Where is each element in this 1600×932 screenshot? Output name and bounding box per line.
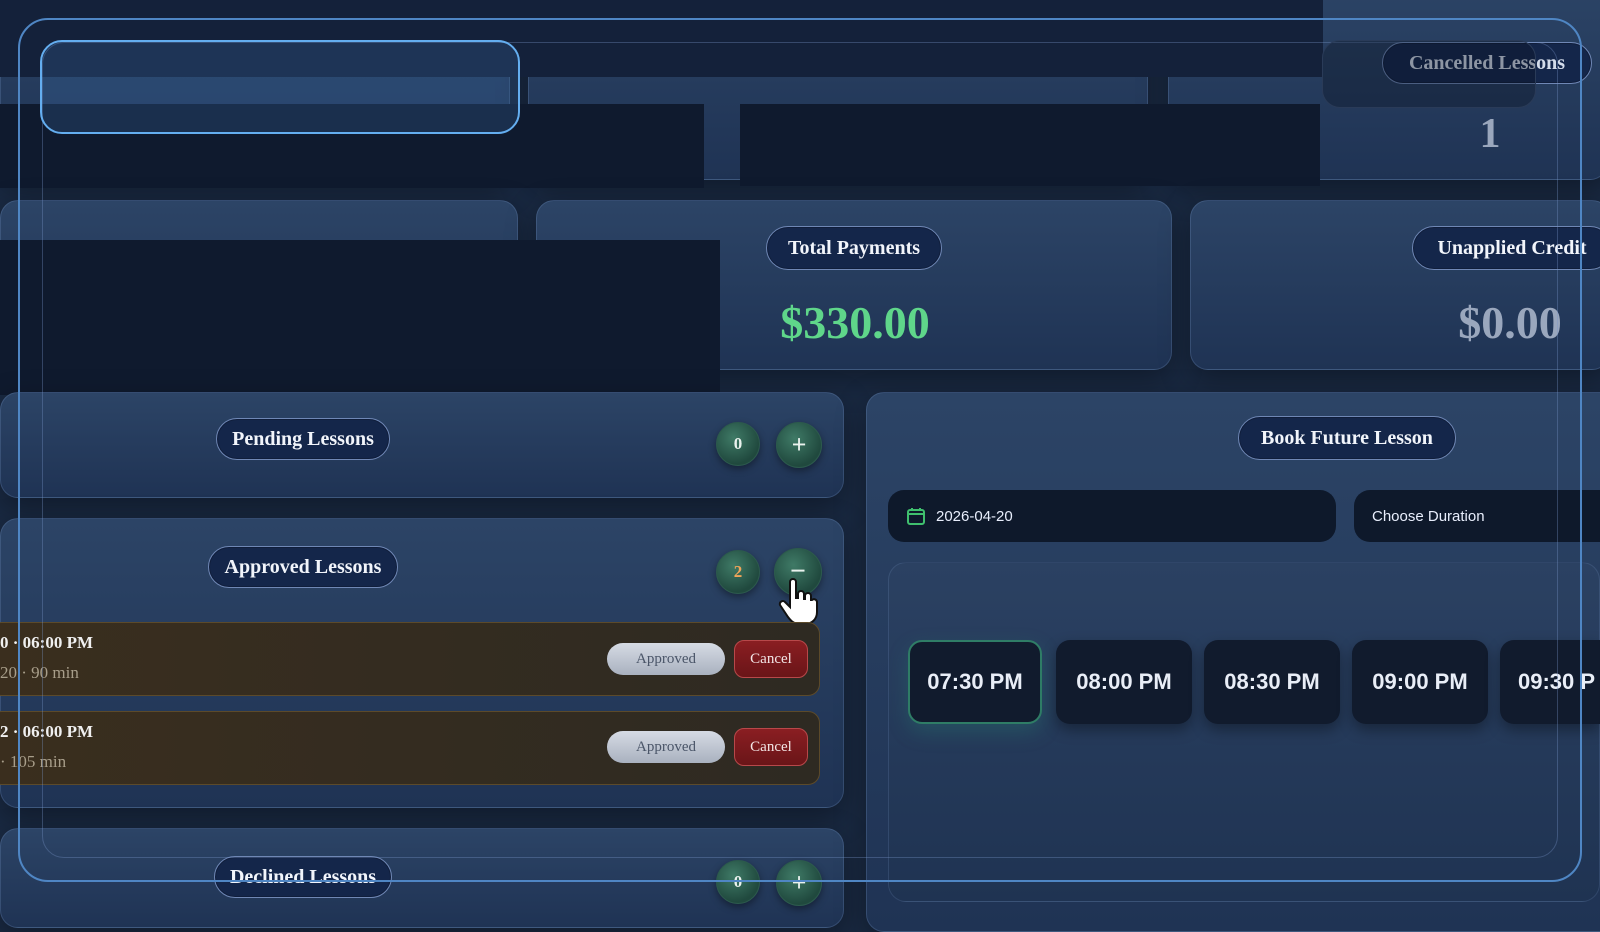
lesson-details: 20 · 90 min <box>0 663 79 682</box>
plus-icon: + <box>791 868 807 897</box>
time-slot[interactable]: 08:30 PM <box>1204 640 1340 724</box>
time-slot[interactable]: 09:00 PM <box>1352 640 1488 724</box>
cancel-lesson-button[interactable]: Cancel <box>734 728 808 766</box>
date-picker-field[interactable]: 2026-04-20 <box>888 490 1336 542</box>
declined-lessons-label: Declined Lessons <box>214 856 392 898</box>
hand-cursor-icon <box>778 578 818 628</box>
approved-status-badge: Approved <box>607 643 725 675</box>
approved-status-badge: Approved <box>607 731 725 763</box>
calendar-icon <box>906 506 926 526</box>
redacted-block <box>0 104 704 188</box>
pending-count-badge: 0 <box>716 422 760 466</box>
cancelled-lessons-value: 1 <box>1479 111 1501 157</box>
selected-date: 2026-04-20 <box>936 507 1013 525</box>
plus-icon: + <box>791 430 807 459</box>
duration-select[interactable]: Choose Duration <box>1354 490 1600 542</box>
redacted-block <box>740 104 1320 186</box>
book-future-lesson-title: Book Future Lesson <box>1238 416 1456 460</box>
approved-count-badge: 2 <box>716 550 760 594</box>
expand-pending-button[interactable]: + <box>776 422 822 468</box>
lesson-time: 0 · 06:00 PM <box>0 633 94 652</box>
declined-count-badge: 0 <box>716 860 760 904</box>
cancelled-lessons-label: Cancelled Lessons <box>1382 42 1592 84</box>
cancel-lesson-button[interactable]: Cancel <box>734 640 808 678</box>
total-payments-value: $330.00 <box>780 297 930 348</box>
time-slots-area <box>888 562 1600 902</box>
approved-lessons-label: Approved Lessons <box>208 546 398 588</box>
unapplied-credit-label: Unapplied Credit <box>1412 226 1600 270</box>
duration-placeholder: Choose Duration <box>1372 507 1485 525</box>
lesson-details: · 105 min <box>0 752 67 771</box>
expand-declined-button[interactable]: + <box>776 860 822 906</box>
lesson-time: 2 · 06:00 PM <box>0 722 94 741</box>
total-payments-label: Total Payments <box>766 226 942 270</box>
redacted-block <box>0 0 1323 77</box>
time-slot[interactable]: 09:30 P <box>1500 640 1600 724</box>
pending-lessons-label: Pending Lessons <box>216 418 390 460</box>
unapplied-credit-value: $0.00 <box>1458 297 1562 348</box>
time-slot-selected[interactable]: 07:30 PM <box>908 640 1042 724</box>
time-slot[interactable]: 08:00 PM <box>1056 640 1192 724</box>
redacted-block <box>0 240 720 395</box>
